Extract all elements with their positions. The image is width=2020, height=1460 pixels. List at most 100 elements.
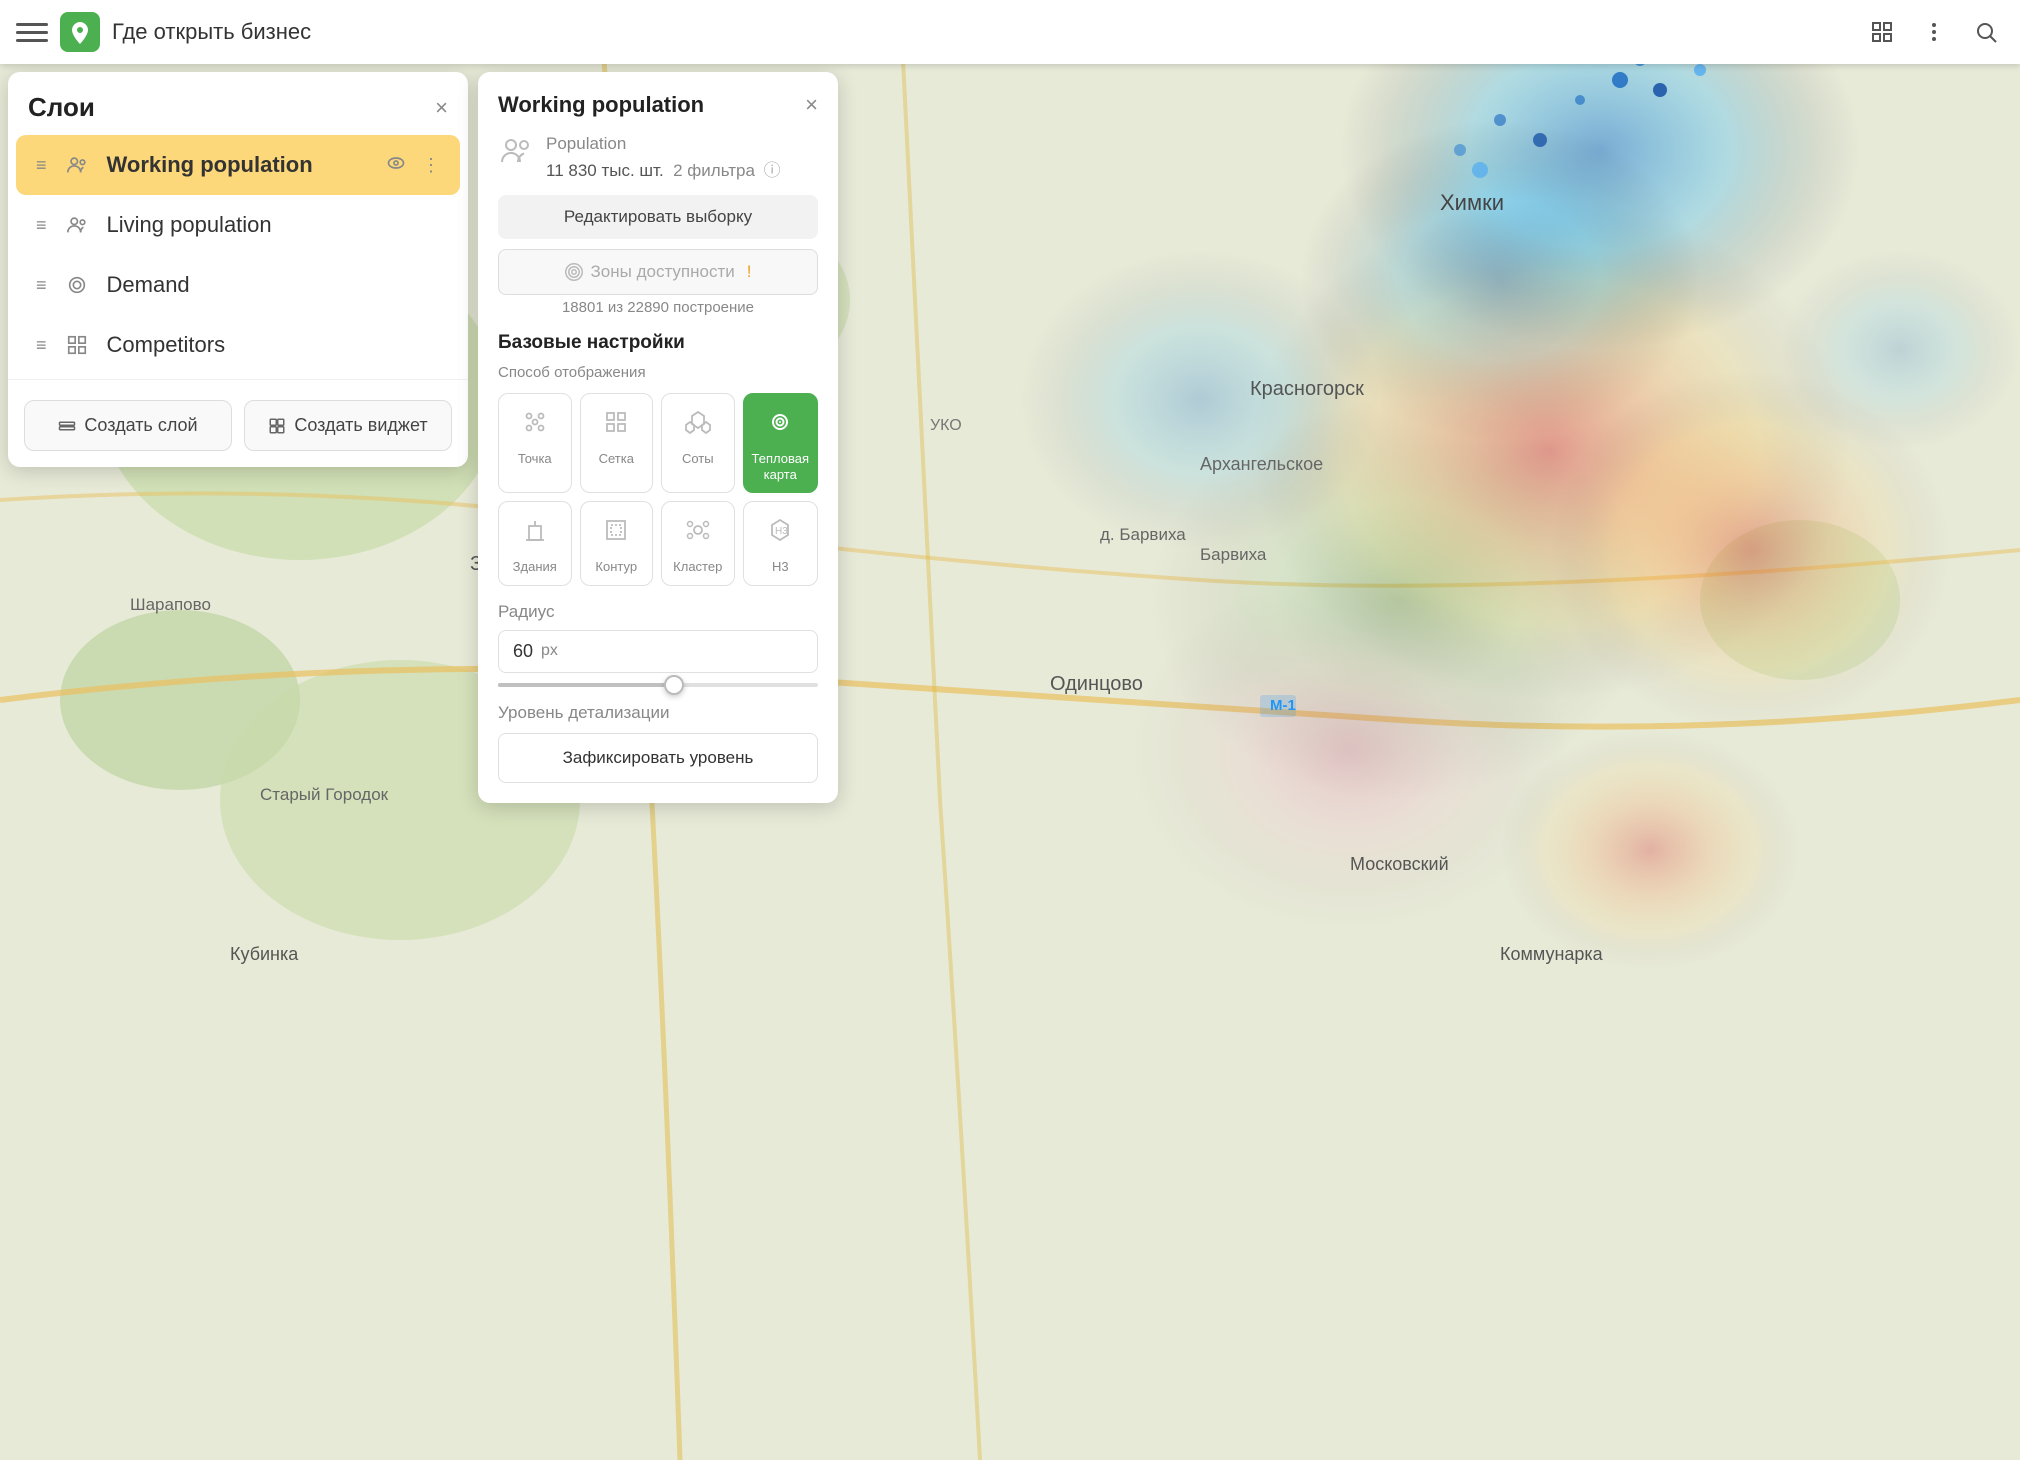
layer-name-working-population: Working population xyxy=(107,152,370,178)
mode-icon-cluster xyxy=(684,516,712,551)
layer-name-living-population: Living population xyxy=(107,212,440,238)
radius-value: 60 xyxy=(513,641,533,662)
mode-label-contour: Контур xyxy=(595,559,637,575)
population-count: 11 830 тыс. шт. xyxy=(546,161,664,180)
layers-panel-close[interactable]: × xyxy=(435,97,448,119)
svg-text:Московский: Московский xyxy=(1350,854,1449,874)
population-label: Population xyxy=(546,134,781,154)
radius-input-row: 60 px xyxy=(498,630,818,673)
mode-btn-buildings[interactable]: Здания xyxy=(498,501,572,586)
app-title: Где открыть бизнес xyxy=(112,19,1852,45)
mode-icon-hex xyxy=(684,408,712,443)
svg-text:Старый Городок: Старый Городок xyxy=(260,785,389,804)
radius-row: Радиус xyxy=(498,602,818,622)
edit-selection-button[interactable]: Редактировать выборку xyxy=(498,195,818,239)
zones-label: Зоны доступности xyxy=(591,262,735,282)
search-icon[interactable] xyxy=(1968,14,2004,50)
more-icon[interactable]: ⋮ xyxy=(422,155,440,176)
mode-btn-h3[interactable]: H3 Н3 xyxy=(743,501,818,586)
drag-icon: ≡ xyxy=(36,275,47,296)
svg-text:д. Барвиха: д. Барвиха xyxy=(1100,525,1186,544)
fix-level-button[interactable]: Зафиксировать уровень xyxy=(498,733,818,783)
mode-icon-buildings xyxy=(521,516,549,551)
grid-icon[interactable] xyxy=(1864,14,1900,50)
mode-label-hex: Соты xyxy=(682,451,714,467)
mode-icon-point xyxy=(521,408,549,443)
layers-panel-footer: Создать слой Создать виджет xyxy=(8,384,468,451)
section-display-label: Способ отображения xyxy=(498,364,818,381)
drag-icon: ≡ xyxy=(36,155,47,176)
mode-label-point: Точка xyxy=(518,451,552,467)
eye-icon[interactable] xyxy=(386,153,406,178)
layer-icon-competitors xyxy=(63,331,91,359)
more-icon[interactable] xyxy=(1916,14,1952,50)
working-population-panel: Working population × Population 11 830 т… xyxy=(478,72,838,803)
wp-close-button[interactable]: × xyxy=(805,92,818,118)
population-filters: 2 фильтра xyxy=(673,161,755,180)
svg-text:Архангельское: Архангельское xyxy=(1200,454,1323,474)
layers-panel-header: Слои × xyxy=(8,72,468,135)
svg-text:Химки: Химки xyxy=(1440,190,1504,215)
info-icon[interactable]: ⓘ xyxy=(764,161,781,180)
people-icon xyxy=(498,136,534,175)
layer-name-competitors: Competitors xyxy=(107,332,440,358)
mode-btn-contour[interactable]: Контур xyxy=(580,501,654,586)
mode-btn-hex[interactable]: Соты xyxy=(661,393,735,493)
mode-icon-heatmap xyxy=(766,408,794,443)
mode-label-cluster: Кластер xyxy=(673,559,722,575)
layer-item-living-population[interactable]: ≡ Living population xyxy=(16,195,460,255)
radius-label: Радиус xyxy=(498,602,554,622)
mode-label-grid: Сетка xyxy=(599,451,634,467)
population-info-row: Population 11 830 тыс. шт. 2 фильтра ⓘ xyxy=(498,134,818,181)
toolbar-icons xyxy=(1864,14,2004,50)
zones-warning-icon: ! xyxy=(747,262,752,282)
layers-panel: Слои × ≡ Working population ⋮ ≡ Living p… xyxy=(8,72,468,467)
create-layer-label: Создать слой xyxy=(84,415,197,436)
section-base-title: Базовые настройки xyxy=(498,332,818,354)
svg-text:Красногорск: Красногорск xyxy=(1250,378,1364,400)
mode-icon-grid xyxy=(602,408,630,443)
mode-label-heatmap: Тепловая карта xyxy=(752,451,809,482)
mode-btn-grid[interactable]: Сетка xyxy=(580,393,654,493)
svg-text:Одинцово: Одинцово xyxy=(1050,673,1143,695)
display-modes-grid: Точка Сетка Соты Тепловая карта Здания К… xyxy=(498,393,818,586)
wp-title: Working population xyxy=(498,92,704,118)
layer-item-demand[interactable]: ≡ Demand xyxy=(16,255,460,315)
layers-list: ≡ Working population ⋮ ≡ Living populati… xyxy=(8,135,468,375)
population-value: 11 830 тыс. шт. 2 фильтра ⓘ xyxy=(546,156,781,181)
svg-text:Кубинка: Кубинка xyxy=(230,944,299,964)
radius-slider[interactable] xyxy=(498,683,818,687)
mode-btn-heatmap[interactable]: Тепловая карта xyxy=(743,393,818,493)
layer-icon-demand xyxy=(63,271,91,299)
drag-icon: ≡ xyxy=(36,335,47,356)
layer-item-working-population[interactable]: ≡ Working population ⋮ xyxy=(16,135,460,195)
zones-button[interactable]: Зоны доступности ! xyxy=(498,249,818,295)
detail-label: Уровень детализации xyxy=(498,703,818,723)
create-widget-label: Создать виджет xyxy=(294,415,427,436)
mode-btn-cluster[interactable]: Кластер xyxy=(661,501,735,586)
layer-item-competitors[interactable]: ≡ Competitors xyxy=(16,315,460,375)
mode-btn-point[interactable]: Точка xyxy=(498,393,572,493)
svg-text:Барвиха: Барвиха xyxy=(1200,545,1267,564)
layers-panel-title: Слои xyxy=(28,92,95,123)
create-widget-button[interactable]: Создать виджет xyxy=(244,400,452,451)
wp-header: Working population × xyxy=(498,92,818,118)
topbar: Где открыть бизнес xyxy=(0,0,2020,64)
svg-text:УКО: УКО xyxy=(930,417,962,434)
hamburger-button[interactable] xyxy=(16,16,48,48)
drag-icon: ≡ xyxy=(36,215,47,236)
svg-text:Коммунарка: Коммунарка xyxy=(1500,944,1604,964)
population-info: Population 11 830 тыс. шт. 2 фильтра ⓘ xyxy=(546,134,781,181)
svg-text:Шарапово: Шарапово xyxy=(130,595,211,614)
create-layer-button[interactable]: Создать слой xyxy=(24,400,232,451)
app-logo xyxy=(60,12,100,52)
layer-icon-working-population xyxy=(63,151,91,179)
layer-icon-living-population xyxy=(63,211,91,239)
mode-icon-h3: H3 xyxy=(766,516,794,551)
mode-label-h3: Н3 xyxy=(772,559,789,575)
svg-text:H3: H3 xyxy=(775,526,788,537)
zones-sub-text: 18801 из 22890 построение xyxy=(498,299,818,316)
radius-unit: px xyxy=(541,642,558,660)
mode-icon-contour xyxy=(602,516,630,551)
mode-label-buildings: Здания xyxy=(513,559,557,575)
